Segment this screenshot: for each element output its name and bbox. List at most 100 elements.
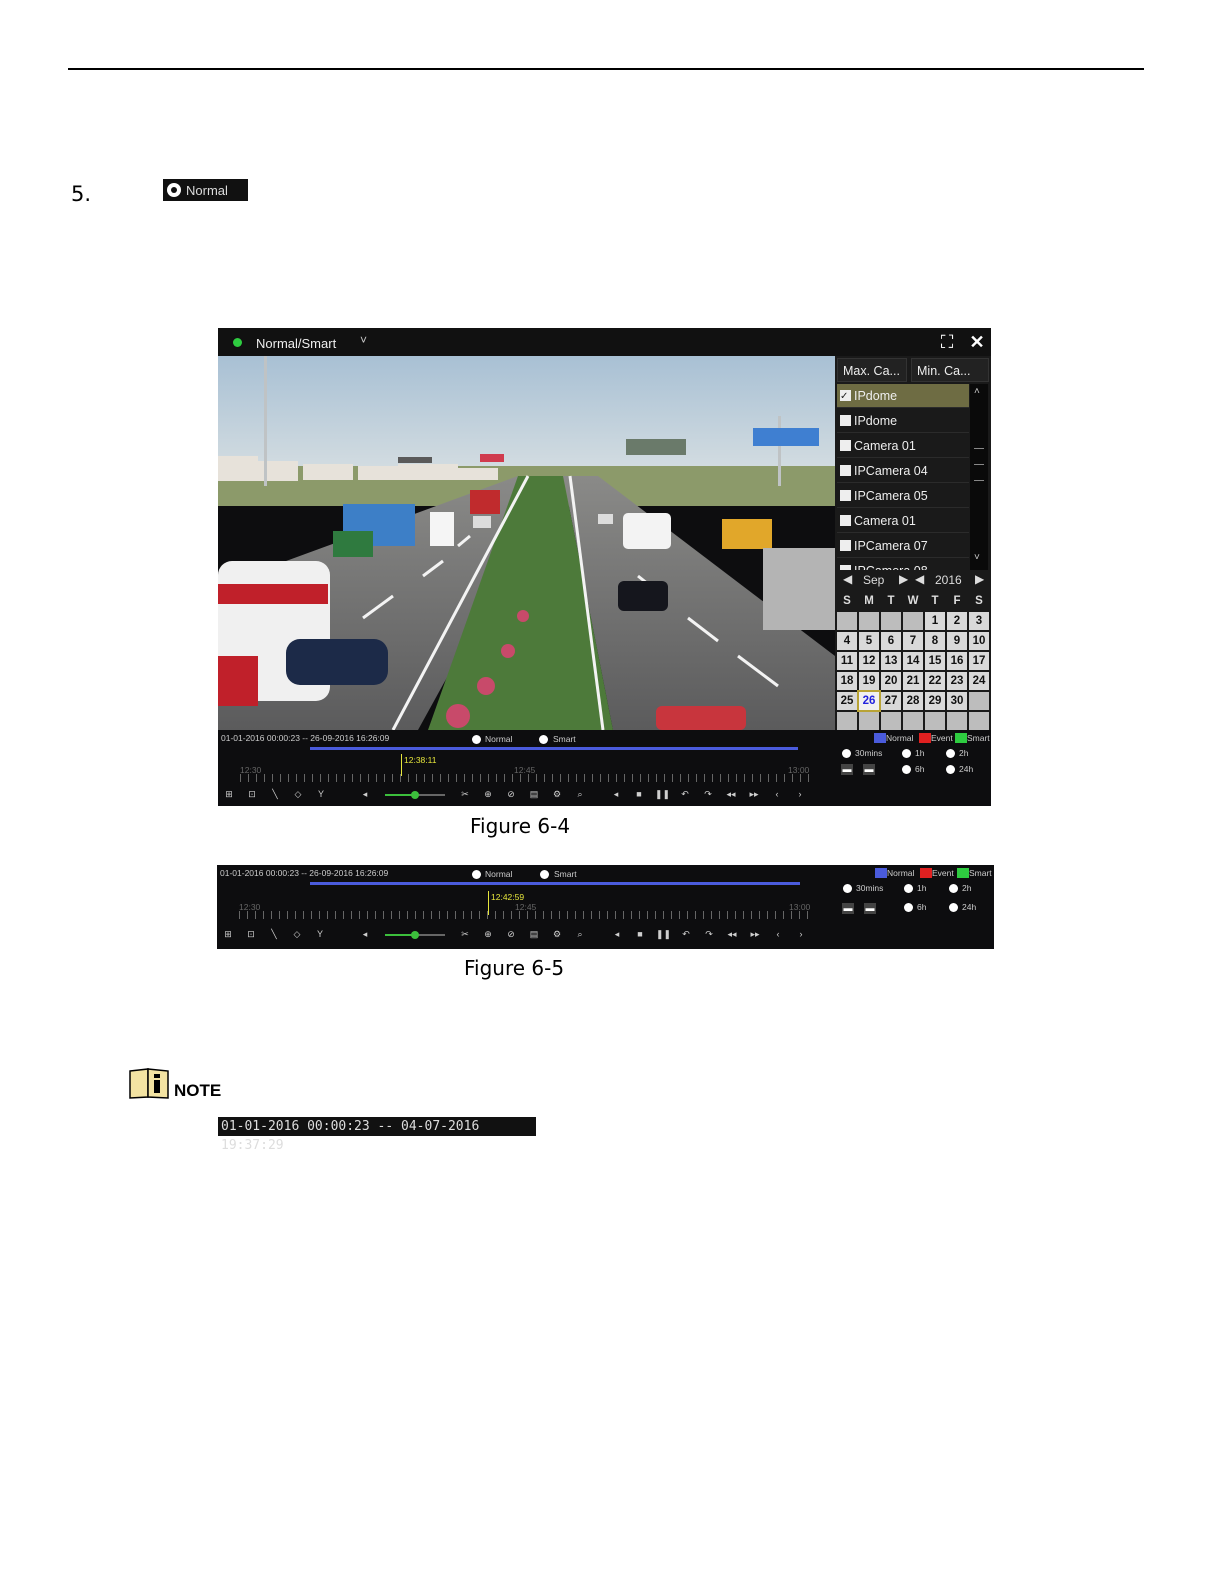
reverse-play-icon[interactable]: ◂ bbox=[610, 928, 624, 940]
zoom-24h-radio[interactable] bbox=[946, 765, 955, 774]
tag-icon[interactable]: ⊕ bbox=[481, 788, 495, 800]
lock-icon[interactable]: ⊘ bbox=[504, 788, 518, 800]
zoom-30mins-radio[interactable] bbox=[842, 749, 851, 758]
zoom-out-button[interactable]: ▬ bbox=[841, 764, 853, 775]
zoom-in-button[interactable]: ▬ bbox=[863, 764, 875, 775]
calendar-day[interactable]: 11 bbox=[837, 652, 857, 670]
zoom-out-button[interactable]: ▬ bbox=[842, 903, 854, 914]
tab-max-camera[interactable]: Max. Ca... bbox=[837, 358, 907, 382]
timeline-ticks[interactable] bbox=[240, 774, 810, 782]
full-view-icon[interactable]: ⊞ bbox=[221, 928, 235, 940]
calendar-day[interactable]: 16 bbox=[947, 652, 967, 670]
calendar-day[interactable]: 7 bbox=[903, 632, 923, 650]
camera-checkbox[interactable] bbox=[840, 490, 851, 501]
timeline-ticks[interactable] bbox=[239, 911, 811, 919]
slow-icon[interactable]: ◂◂ bbox=[724, 788, 738, 800]
close-icon[interactable]: ✕ bbox=[966, 331, 988, 353]
camera-list-item[interactable]: IPdome bbox=[837, 384, 969, 409]
gear-icon[interactable]: ⚙ bbox=[550, 928, 564, 940]
volume-icon[interactable]: ◂ bbox=[358, 788, 372, 800]
stop-icon[interactable]: ■ bbox=[632, 788, 646, 800]
forward-30s-icon[interactable]: ↷ bbox=[702, 928, 716, 940]
next-year-icon[interactable]: ▶ bbox=[975, 572, 984, 586]
forward-30s-icon[interactable]: ↷ bbox=[701, 788, 715, 800]
calendar-day[interactable]: 17 bbox=[969, 652, 989, 670]
video-frame[interactable] bbox=[218, 356, 835, 730]
calendar-day[interactable]: 2 bbox=[947, 612, 967, 630]
prev-year-icon[interactable]: ◀ bbox=[915, 572, 924, 586]
zoom-1h-radio[interactable] bbox=[904, 884, 913, 893]
next-day-icon[interactable]: › bbox=[793, 788, 807, 800]
chevron-up-icon[interactable]: ˄ bbox=[974, 386, 980, 397]
filter-icon[interactable]: Y bbox=[314, 788, 328, 800]
digital-zoom-icon[interactable]: ⊡ bbox=[245, 788, 259, 800]
search-icon[interactable]: ⌕ bbox=[573, 788, 587, 800]
camera-list-item[interactable]: Camera 01 bbox=[837, 434, 969, 458]
gear-icon[interactable]: ⚙ bbox=[550, 788, 564, 800]
calendar-day[interactable]: 12 bbox=[859, 652, 879, 670]
normal-radio[interactable] bbox=[472, 735, 481, 744]
zoom-30mins-radio[interactable] bbox=[843, 884, 852, 893]
calendar-day[interactable]: 3 bbox=[969, 612, 989, 630]
tag-icon[interactable]: ⊕ bbox=[481, 928, 495, 940]
calendar-day[interactable]: 15 bbox=[925, 652, 945, 670]
calendar-day[interactable]: 10 bbox=[969, 632, 989, 650]
clip-icon[interactable]: ✂ bbox=[458, 788, 472, 800]
volume-handle[interactable] bbox=[411, 791, 419, 799]
zoom-2h-radio[interactable] bbox=[949, 884, 958, 893]
file-icon[interactable]: ▤ bbox=[527, 788, 541, 800]
full-view-icon[interactable]: ⊞ bbox=[222, 788, 236, 800]
calendar-day[interactable]: 1 bbox=[925, 612, 945, 630]
calendar-day[interactable]: 14 bbox=[903, 652, 923, 670]
calendar-day[interactable]: 28 bbox=[903, 692, 923, 710]
fast-icon[interactable]: ▸▸ bbox=[748, 928, 762, 940]
camera-list-item[interactable]: IPdome bbox=[837, 409, 969, 433]
roi-icon[interactable]: ◇ bbox=[291, 788, 305, 800]
zoom-6h-radio[interactable] bbox=[904, 903, 913, 912]
calendar-day[interactable]: 26 bbox=[857, 690, 881, 712]
calendar-day[interactable]: 24 bbox=[969, 672, 989, 690]
prev-day-icon[interactable]: ‹ bbox=[770, 788, 784, 800]
stop-icon[interactable]: ■ bbox=[633, 928, 647, 940]
pause-icon[interactable]: ❚❚ bbox=[656, 928, 671, 940]
camera-checkbox[interactable] bbox=[840, 565, 851, 570]
calendar-day[interactable]: 23 bbox=[947, 672, 967, 690]
file-icon[interactable]: ▤ bbox=[527, 928, 541, 940]
calendar-day[interactable]: 4 bbox=[837, 632, 857, 650]
camera-list-item[interactable]: Camera 01 bbox=[837, 509, 969, 533]
rewind-30s-icon[interactable]: ↶ bbox=[678, 788, 692, 800]
calendar-day[interactable]: 21 bbox=[903, 672, 923, 690]
zoom-6h-radio[interactable] bbox=[902, 765, 911, 774]
camera-checkbox[interactable] bbox=[840, 515, 851, 526]
tab-min-camera[interactable]: Min. Ca... bbox=[911, 358, 989, 382]
volume-handle[interactable] bbox=[411, 931, 419, 939]
calendar-day[interactable]: 13 bbox=[881, 652, 901, 670]
roi-icon[interactable]: ◇ bbox=[290, 928, 304, 940]
camera-checkbox[interactable] bbox=[840, 540, 851, 551]
camera-checkbox[interactable] bbox=[840, 440, 851, 451]
volume-icon[interactable]: ◂ bbox=[358, 928, 372, 940]
smart-radio[interactable] bbox=[539, 735, 548, 744]
digital-zoom-icon[interactable]: ⊡ bbox=[244, 928, 258, 940]
zoom-24h-radio[interactable] bbox=[949, 903, 958, 912]
camera-checkbox[interactable] bbox=[840, 385, 851, 409]
slow-icon[interactable]: ◂◂ bbox=[725, 928, 739, 940]
normal-radio[interactable] bbox=[472, 870, 481, 879]
zoom-2h-radio[interactable] bbox=[946, 749, 955, 758]
camera-checkbox[interactable] bbox=[840, 465, 851, 476]
prev-day-icon[interactable]: ‹ bbox=[771, 928, 785, 940]
chevron-down-icon[interactable]: ˅ bbox=[360, 333, 367, 347]
calendar-day[interactable]: 25 bbox=[837, 692, 857, 710]
prev-month-icon[interactable]: ◀ bbox=[843, 572, 852, 586]
camera-list-scrollbar[interactable]: ˄ ˅ bbox=[970, 384, 988, 570]
zoom-1h-radio[interactable] bbox=[902, 749, 911, 758]
calendar-day[interactable]: 22 bbox=[925, 672, 945, 690]
calendar-day[interactable]: 20 bbox=[881, 672, 901, 690]
timeline-cursor[interactable] bbox=[401, 754, 402, 776]
chevron-down-icon[interactable]: ˅ bbox=[974, 552, 980, 563]
next-day-icon[interactable]: › bbox=[794, 928, 808, 940]
camera-checkbox[interactable] bbox=[840, 415, 851, 426]
calendar-day[interactable]: 5 bbox=[859, 632, 879, 650]
filter-icon[interactable]: Y bbox=[313, 928, 327, 940]
search-icon[interactable]: ⌕ bbox=[573, 928, 587, 940]
